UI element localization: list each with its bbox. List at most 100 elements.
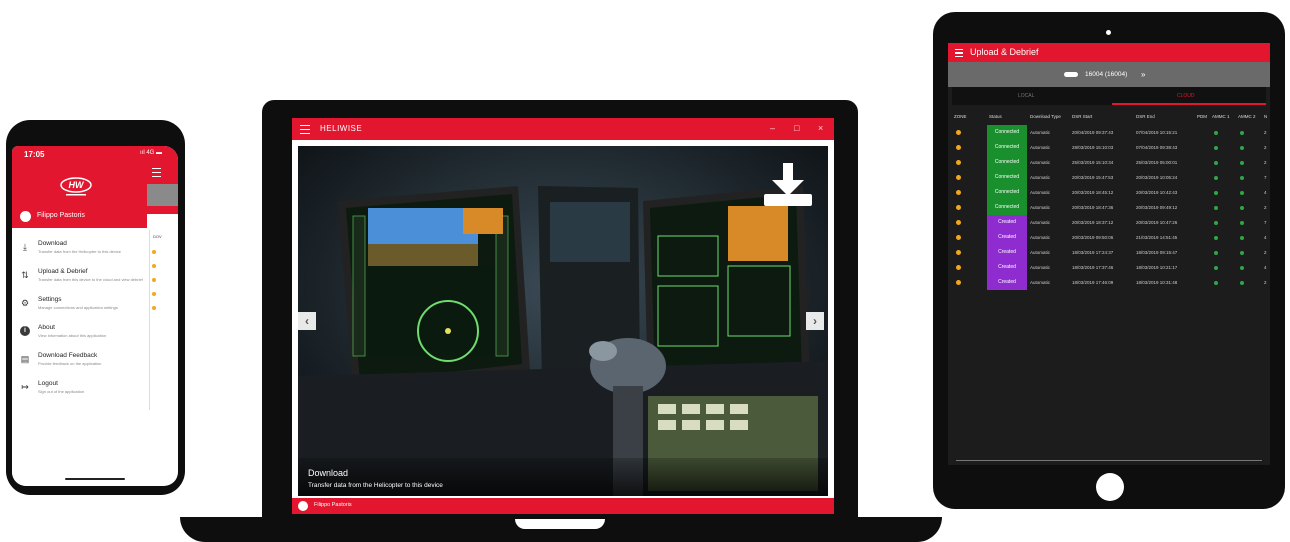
tab-cloud[interactable]: CLOUD <box>1177 93 1195 99</box>
table-header: ZONE Status Download Type DSR Start DSR … <box>948 114 1270 124</box>
row-number: 2 <box>1264 280 1267 285</box>
cockpit-illustration <box>298 146 828 496</box>
warning-dot-icon <box>956 145 961 150</box>
dsr-start: 20/03/2019 18:37:12 <box>1072 220 1114 225</box>
row-number: 2 <box>1264 130 1267 135</box>
dsr-start: 20/04/2019 09:37:43 <box>1072 130 1114 135</box>
minimize-button[interactable]: – <box>770 123 775 133</box>
tablet-home-button[interactable] <box>1096 473 1124 501</box>
carousel-area: Download Transfer data from the Helicopt… <box>292 140 834 498</box>
phone-status-icons: ııl 4G ▬ <box>140 150 163 156</box>
col-dsr-start: DSR Start <box>1072 114 1093 119</box>
ammc1-ok-icon <box>1214 221 1218 225</box>
avatar-icon <box>20 211 31 222</box>
table-row[interactable]: Connected Automatic 28/03/2019 15:10:03 07/… <box>948 140 1270 155</box>
table-row[interactable]: Connected Automatic 20/03/2019 18:45:12 20/… <box>948 185 1270 200</box>
download-icon: ⤓ <box>23 242 27 252</box>
col-pdm: PDM <box>1197 114 1207 119</box>
status-badge: Connected <box>987 200 1027 215</box>
table-column <box>149 230 178 410</box>
table-row[interactable]: Connected Automatic 20/03/2019 18:47:36 20/… <box>948 200 1270 215</box>
ammc1-ok-icon <box>1214 191 1218 195</box>
drawer-item-title: About <box>38 324 55 331</box>
table-row[interactable]: Created Automatic 20/03/2019 09:50:06 21/03… <box>948 230 1270 245</box>
aircraft-selector[interactable]: 16004 (16004) » <box>948 62 1270 87</box>
table-row[interactable]: Created Automatic 18/03/2019 17:37:46 18/03… <box>948 260 1270 275</box>
status-dot <box>152 306 156 310</box>
menu-icon[interactable] <box>300 125 310 134</box>
dsr-end: 07/04/2019 10:15:21 <box>1136 130 1178 135</box>
settings-icon: ⚙ <box>20 298 30 308</box>
col-download-type: Download Type <box>1030 114 1061 119</box>
download-type: Automatic <box>1030 280 1051 285</box>
col-zone: ZONE <box>954 114 967 119</box>
row-number: 4 <box>1264 265 1267 270</box>
dsr-end: 25/03/2019 05:00:01 <box>1136 160 1178 165</box>
tab-local[interactable]: LOCAL <box>1018 93 1034 99</box>
download-type: Automatic <box>1030 265 1051 270</box>
ammc1-ok-icon <box>1214 131 1218 135</box>
ammc1-ok-icon <box>1214 266 1218 270</box>
drawer-item-settings[interactable]: ⚙ Settings Manage connections and applic… <box>20 296 150 322</box>
ammc2-ok-icon <box>1240 251 1244 255</box>
row-number: 2 <box>1264 205 1267 210</box>
status-badge: Created <box>987 260 1027 275</box>
row-number: 7 <box>1264 175 1267 180</box>
laptop-screen: HELIWISE – □ × Download Transfer data fr… <box>292 118 834 514</box>
page-title: Upload & Debrief <box>970 47 1039 57</box>
col-ammc2: AMMC 2 <box>1238 114 1256 119</box>
table-row[interactable]: Created Automatic 18/03/2019 17:46:09 18/03… <box>948 275 1270 290</box>
warning-dot-icon <box>956 160 961 165</box>
status-badge: Connected <box>987 125 1027 140</box>
dsr-end: 20/03/2019 09:49:12 <box>1136 205 1178 210</box>
ammc2-ok-icon <box>1240 281 1244 285</box>
menu-icon[interactable] <box>955 49 963 57</box>
app-titlebar: HELIWISE – □ × <box>292 118 834 140</box>
dsr-end: 20/03/2019 10:05:24 <box>1136 175 1178 180</box>
app-header: Upload & Debrief <box>948 43 1270 62</box>
carousel-prev-button[interactable]: ‹ <box>298 312 316 330</box>
table-row[interactable]: Created Automatic 20/03/2019 18:37:12 20/03… <box>948 215 1270 230</box>
download-type: Automatic <box>1030 160 1051 165</box>
ammc1-ok-icon <box>1214 251 1218 255</box>
table-row[interactable]: Created Automatic 18/03/2019 17:24:37 18/03… <box>948 245 1270 260</box>
menu-icon[interactable] <box>152 168 161 177</box>
dsr-end: 20/03/2019 10:47:26 <box>1136 220 1178 225</box>
drawer-item-upload-debrief[interactable]: ⇅ Upload & Debrief Transfer data from th… <box>20 268 150 294</box>
close-button[interactable]: × <box>818 123 823 133</box>
tab-bar: LOCAL CLOUD <box>952 87 1266 105</box>
download-type: Automatic <box>1030 250 1051 255</box>
table-footer-line <box>956 460 1262 461</box>
status-badge: Connected <box>987 185 1027 200</box>
aircraft-label: 16004 (16004) <box>1085 71 1128 78</box>
drawer-item-feedback[interactable]: ▤ Download Feedback Provide feedback on … <box>20 352 150 378</box>
dsr-start: 20/03/2019 18:47:36 <box>1072 205 1114 210</box>
user-bar: Filippo Pastoris <box>292 498 834 514</box>
table-row[interactable]: Connected Automatic 20/04/2019 09:37:43 07/… <box>948 125 1270 140</box>
drawer-item-title: Upload & Debrief <box>38 268 88 275</box>
app-title: HELIWISE <box>320 124 363 133</box>
table-row[interactable]: Connected Automatic 25/03/2019 15:10:34 25/… <box>948 155 1270 170</box>
row-number: 4 <box>1264 235 1267 240</box>
row-number: 2 <box>1264 160 1267 165</box>
tablet-screen: Upload & Debrief 16004 (16004) » LOCAL C… <box>948 43 1270 465</box>
status-badge: Connected <box>987 155 1027 170</box>
ammc2-ok-icon <box>1240 176 1244 180</box>
ammc1-ok-icon <box>1214 281 1218 285</box>
download-type: Automatic <box>1030 145 1051 150</box>
drawer-item-logout[interactable]: ↦ Logout Sign out of the application <box>20 380 150 406</box>
drawer-item-download[interactable]: ⤓ Download Transfer data from the Helico… <box>20 240 150 266</box>
warning-dot-icon <box>956 250 961 255</box>
dsr-end: 18/03/2019 10:31:48 <box>1136 280 1178 285</box>
upload-debrief-icon: ⇅ <box>21 270 29 280</box>
table-row[interactable]: Connected Automatic 20/03/2019 15:47:53 20/… <box>948 170 1270 185</box>
ammc1-ok-icon <box>1214 146 1218 150</box>
drawer-item-about[interactable]: i About View information about this appl… <box>20 324 150 350</box>
carousel-next-button[interactable]: › <box>806 312 824 330</box>
warning-dot-icon <box>956 190 961 195</box>
slide-title: Download <box>308 468 349 478</box>
download-type: Automatic <box>1030 190 1051 195</box>
row-number: 7 <box>1264 220 1267 225</box>
dsr-start: 20/03/2019 18:45:12 <box>1072 190 1114 195</box>
maximize-button[interactable]: □ <box>794 123 799 133</box>
